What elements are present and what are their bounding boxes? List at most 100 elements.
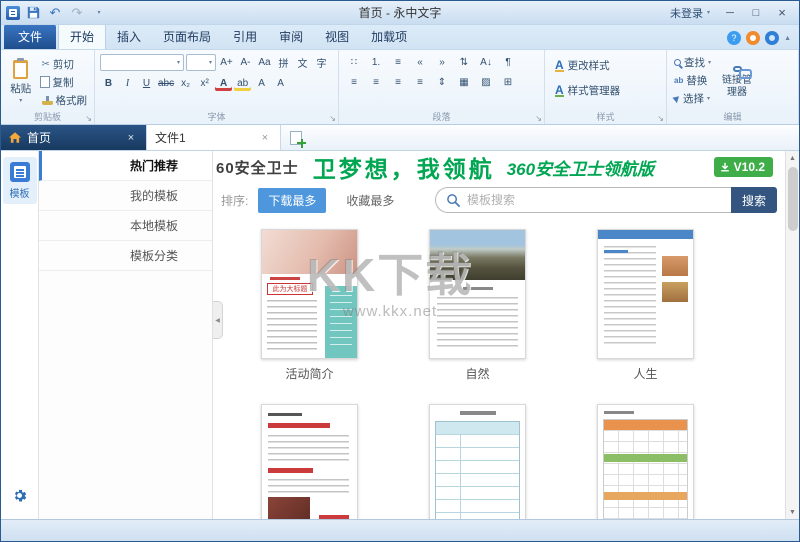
- file-tab[interactable]: 文件: [4, 24, 56, 49]
- increase-indent-button[interactable]: »: [432, 54, 452, 70]
- character-shading-button[interactable]: A: [253, 75, 270, 91]
- change-case-button[interactable]: Aa: [256, 55, 273, 71]
- doc-tab-home[interactable]: 首页 ×: [1, 125, 146, 150]
- search-button[interactable]: 搜索: [731, 187, 777, 213]
- undo-button[interactable]: ↶: [46, 4, 64, 22]
- font-family-select[interactable]: ▾: [100, 54, 184, 71]
- close-tab-icon[interactable]: ×: [258, 132, 272, 144]
- justify-button[interactable]: ≡: [410, 74, 430, 90]
- character-border-button[interactable]: 字: [313, 55, 330, 71]
- search-input[interactable]: [467, 193, 723, 207]
- show-marks-button[interactable]: ¶: [498, 54, 518, 70]
- align-left-button[interactable]: ≡: [344, 74, 364, 90]
- template-thumbnail[interactable]: [261, 404, 358, 519]
- select-button[interactable]: 选择▾: [672, 90, 713, 107]
- dialog-launcher-icon[interactable]: ↘: [535, 115, 542, 123]
- copy-button[interactable]: 复制: [40, 74, 90, 91]
- replace-button[interactable]: ab替换: [672, 72, 713, 89]
- template-card[interactable]: [597, 404, 694, 519]
- clear-formatting-button[interactable]: A: [272, 75, 289, 91]
- superscript-button[interactable]: x²: [196, 75, 213, 91]
- feedback-icon[interactable]: [765, 31, 779, 45]
- tab-page-layout[interactable]: 页面布局: [152, 24, 222, 49]
- category-hot[interactable]: 热门推荐: [39, 151, 212, 181]
- tab-start[interactable]: 开始: [58, 23, 106, 49]
- numbering-button[interactable]: 1.: [366, 54, 386, 70]
- template-thumbnail[interactable]: [597, 404, 694, 519]
- redo-button[interactable]: ↷: [68, 4, 86, 22]
- login-button[interactable]: 未登录 ▾: [664, 5, 716, 21]
- nav-templates[interactable]: 模板: [3, 157, 37, 204]
- tab-addins[interactable]: 加载项: [360, 24, 418, 49]
- sort-button[interactable]: ⇅: [454, 54, 474, 70]
- template-thumbnail[interactable]: [429, 229, 526, 359]
- italic-button[interactable]: I: [119, 75, 136, 91]
- scroll-down-icon[interactable]: ▼: [786, 505, 800, 519]
- template-thumbnail[interactable]: [597, 229, 694, 359]
- find-button[interactable]: 查找▾: [672, 54, 713, 71]
- template-card[interactable]: [261, 404, 358, 519]
- format-painter-button[interactable]: 格式刷: [40, 92, 90, 109]
- sort-most-favorited[interactable]: 收藏最多: [336, 188, 404, 213]
- category-my-templates[interactable]: 我的模板: [39, 181, 212, 211]
- cut-button[interactable]: ✂剪切: [40, 56, 90, 73]
- tab-insert[interactable]: 插入: [106, 24, 152, 49]
- search-box[interactable]: [435, 187, 731, 213]
- tab-review[interactable]: 审阅: [268, 24, 314, 49]
- decrease-indent-button[interactable]: «: [410, 54, 430, 70]
- save-button[interactable]: [24, 4, 42, 22]
- grow-font-button[interactable]: A+: [218, 55, 235, 71]
- qat-customize-button[interactable]: ▾: [90, 4, 108, 22]
- link-manager-button[interactable]: 链接管理器: [717, 54, 757, 110]
- collapse-panel-handle[interactable]: ◀: [213, 301, 223, 339]
- doc-tab-document1[interactable]: 文件1 ×: [146, 125, 281, 150]
- template-thumbnail[interactable]: [429, 404, 526, 519]
- template-card[interactable]: 人生: [597, 229, 694, 380]
- pattern-button[interactable]: ▨: [476, 74, 496, 90]
- version-download-button[interactable]: V10.2: [714, 157, 773, 177]
- underline-button[interactable]: U: [138, 75, 155, 91]
- tab-view[interactable]: 视图: [314, 24, 360, 49]
- dialog-launcher-icon[interactable]: ↘: [329, 115, 336, 123]
- theme-icon[interactable]: [746, 31, 760, 45]
- promo-banner[interactable]: 60安全卫士 卫梦想，我领航 360安全卫士领航版 V10.2: [213, 151, 785, 183]
- font-color-button[interactable]: A: [215, 75, 232, 91]
- help-icon[interactable]: ?: [727, 31, 741, 45]
- strikethrough-button[interactable]: abc: [157, 75, 175, 91]
- collapse-ribbon-button[interactable]: ▲: [784, 35, 791, 42]
- scrollbar-thumb[interactable]: [788, 167, 798, 231]
- sort-text-button[interactable]: A↓: [476, 54, 496, 70]
- close-tab-icon[interactable]: ×: [124, 132, 138, 144]
- bullets-button[interactable]: ∷: [344, 54, 364, 70]
- tab-references[interactable]: 引用: [222, 24, 268, 49]
- borders-button[interactable]: ⊞: [498, 74, 518, 90]
- maximize-button[interactable]: □: [744, 4, 768, 22]
- template-card[interactable]: 此为大标题 活动简介: [261, 229, 358, 380]
- shrink-font-button[interactable]: A-: [237, 55, 254, 71]
- close-button[interactable]: ×: [770, 4, 794, 22]
- font-size-select[interactable]: ▾: [186, 54, 216, 71]
- category-local-templates[interactable]: 本地模板: [39, 211, 212, 241]
- scroll-up-icon[interactable]: ▲: [786, 151, 800, 165]
- dialog-launcher-icon[interactable]: ↘: [85, 115, 92, 123]
- template-thumbnail[interactable]: 此为大标题: [261, 229, 358, 359]
- style-manager-button[interactable]: A 样式管理器: [550, 79, 625, 101]
- change-styles-button[interactable]: A 更改样式: [550, 54, 619, 76]
- new-document-button[interactable]: [281, 125, 311, 150]
- template-card[interactable]: 自然: [429, 229, 526, 380]
- multilevel-list-button[interactable]: ≡: [388, 54, 408, 70]
- align-center-button[interactable]: ≡: [366, 74, 386, 90]
- minimize-button[interactable]: ─: [718, 4, 742, 22]
- paste-button[interactable]: 粘贴 ▾: [6, 54, 36, 110]
- highlight-button[interactable]: ab: [234, 75, 251, 91]
- line-spacing-button[interactable]: ⇕: [432, 74, 452, 90]
- subscript-button[interactable]: x₂: [177, 75, 194, 91]
- align-right-button[interactable]: ≡: [388, 74, 408, 90]
- category-classification[interactable]: 模板分类: [39, 241, 212, 271]
- vertical-scrollbar[interactable]: ▲ ▼: [785, 151, 799, 519]
- template-card[interactable]: [429, 404, 526, 519]
- sort-most-downloaded[interactable]: 下载最多: [258, 188, 326, 213]
- settings-button[interactable]: [11, 487, 28, 509]
- bold-button[interactable]: B: [100, 75, 117, 91]
- enclose-characters-button[interactable]: 文: [294, 55, 311, 71]
